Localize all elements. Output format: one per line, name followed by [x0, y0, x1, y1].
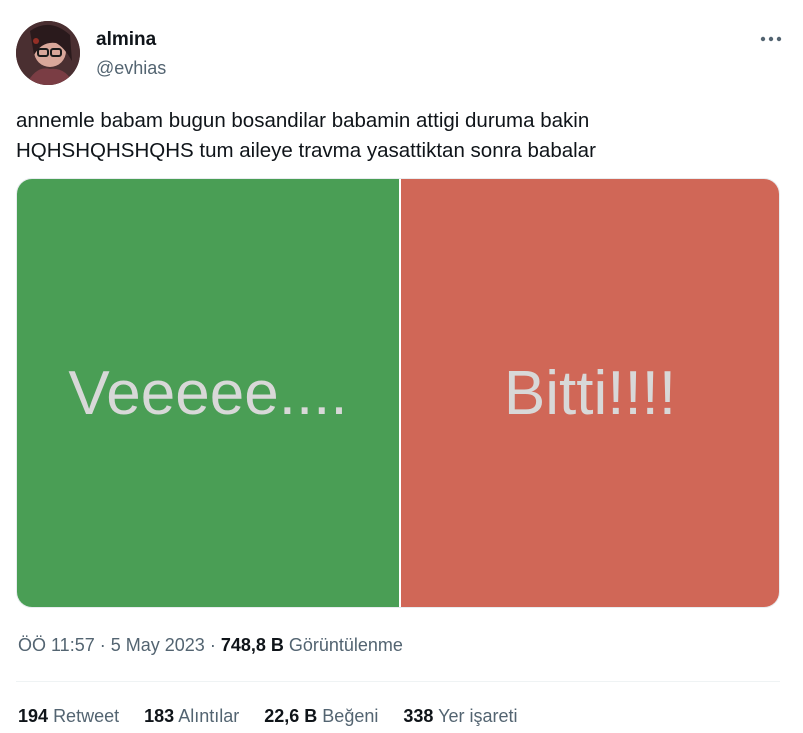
user-handle[interactable]: @evhias: [96, 57, 166, 79]
meta-separator: ·: [209, 635, 221, 655]
bookmarks-label: Yer işareti: [438, 706, 518, 726]
tweet-header: almina @evhias: [16, 21, 787, 87]
tweet-stats: 194 Retweet 183 Alıntılar 22,6 B Beğeni …: [18, 704, 537, 728]
image-panel-right-text: Bitti!!!!: [503, 358, 677, 428]
avatar[interactable]: [16, 21, 80, 85]
image-panel-left-text: Veeeee....: [68, 358, 348, 428]
user-info: almina @evhias: [96, 29, 166, 79]
image-panel-right: Bitti!!!!: [401, 179, 779, 607]
views-label: Görüntülenme: [288, 635, 403, 655]
divider: [16, 681, 780, 682]
tweet-date[interactable]: 5 May 2023: [111, 635, 205, 655]
likes-stat[interactable]: 22,6 B Beğeni: [264, 704, 378, 728]
image-panel-left: Veeeee....: [17, 179, 399, 607]
retweets-label: Retweet: [53, 706, 120, 726]
retweets-count: 194: [18, 706, 49, 726]
likes-count: 22,6 B: [264, 706, 318, 726]
tweet-image[interactable]: Veeeee.... Bitti!!!!: [16, 178, 780, 608]
views-count: 748,8 B: [220, 635, 284, 655]
tweet-meta: ÖÖ 11:57 · 5 May 2023 · 748,8 B Görüntül…: [18, 633, 403, 657]
meta-separator: ·: [99, 635, 111, 655]
retweets-stat[interactable]: 194 Retweet: [18, 704, 119, 728]
quotes-label: Alıntılar: [178, 706, 240, 726]
bookmarks-count: 338: [403, 706, 434, 726]
tweet-text-line: HQHSHQHSHQHS tum aileye travma yasattikt…: [16, 139, 596, 162]
more-horizontal-icon[interactable]: [757, 27, 785, 51]
likes-label: Beğeni: [322, 706, 379, 726]
quotes-stat[interactable]: 183 Alıntılar: [144, 704, 239, 728]
bookmarks-stat[interactable]: 338 Yer işareti: [403, 704, 517, 728]
tweet-time[interactable]: ÖÖ 11:57: [18, 635, 95, 655]
tweet-text: annemle babam bugun bosandilar babamin a…: [16, 106, 787, 166]
display-name[interactable]: almina: [96, 29, 166, 51]
quotes-count: 183: [144, 706, 175, 726]
tweet-text-line: annemle babam bugun bosandilar babamin a…: [16, 109, 590, 132]
